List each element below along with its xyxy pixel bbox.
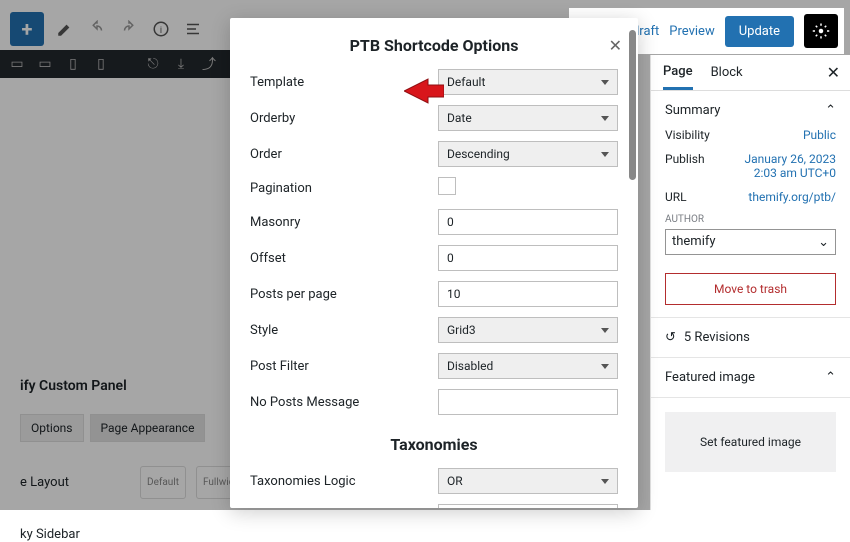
mobile-view-icon[interactable]: ▯ [92,55,110,73]
modal-scrollbar[interactable] [629,30,636,180]
tab-page-appearance[interactable]: Page Appearance [90,414,206,442]
author-select[interactable]: themify ⌄ [665,229,836,255]
author-label: AUTHOR [665,214,836,225]
url-label: URL [665,190,687,204]
taxonomies-heading: Taxonomies [250,435,618,454]
update-button[interactable]: Update [725,16,794,47]
redo-icon[interactable] [118,18,140,40]
layout-default-button[interactable]: Default [140,466,186,499]
add-block-button[interactable]: + [10,12,44,46]
preview-link[interactable]: Preview [669,24,714,39]
no-posts-message-label: No Posts Message [250,395,438,410]
publish-label: Publish [665,152,705,180]
author-value: themify [672,234,716,249]
pagination-checkbox[interactable] [438,177,456,195]
history-icon: ↺ [665,330,676,345]
offset-label: Offset [250,251,438,266]
callout-arrow-icon [404,76,444,110]
pagination-label: Pagination [250,181,438,196]
tab-block[interactable]: Block [711,57,743,88]
property-types-label: Property Types [250,504,438,508]
post-filter-value: Disabled [447,359,493,373]
info-icon[interactable]: i [150,18,172,40]
property-types-multiselect[interactable]: --- Condo ( 5 ) Detached ( 4 ) [438,504,618,508]
page-layout-label: e Layout [20,475,130,490]
posts-per-page-label: Posts per page [250,287,438,302]
featured-image-label: Featured image [665,370,755,385]
visibility-value[interactable]: Public [803,128,836,142]
export-icon[interactable]: ⤴ [200,55,218,73]
style-label: Style [250,323,438,338]
no-posts-message-input[interactable] [438,389,618,415]
publish-value[interactable]: January 26, 2023 2:03 am UTC+0 [726,152,836,180]
revisions-row[interactable]: ↺ 5 Revisions [651,318,850,358]
revisions-text: 5 Revisions [684,330,750,345]
style-value: Grid3 [447,323,476,337]
undo-icon[interactable] [86,18,108,40]
orderby-select[interactable]: Date [438,105,618,131]
post-filter-select[interactable]: Disabled [438,353,618,379]
masonry-label: Masonry [250,215,438,230]
orderby-label: Orderby [250,111,438,126]
posts-per-page-input[interactable]: 10 [438,281,618,307]
offset-input[interactable]: 0 [438,245,618,271]
move-to-trash-button[interactable]: Move to trash [665,273,836,305]
outline-icon[interactable] [182,18,204,40]
chevron-up-icon: ⌃ [825,103,836,118]
taxonomies-logic-value: OR [447,474,463,488]
order-select[interactable]: Descending [438,141,618,167]
svg-text:i: i [160,26,162,36]
tab-options[interactable]: Options [20,414,84,442]
template-value: Default [447,75,485,89]
taxonomies-logic-select[interactable]: OR [438,468,618,494]
order-label: Order [250,147,438,162]
chevron-up-icon: ⌃ [825,370,836,385]
taxonomies-logic-label: Taxonomies Logic [250,474,438,489]
tablet-portrait-icon[interactable]: ▯ [64,55,82,73]
inspector-sidebar: Page Block ✕ Summary ⌃ Visibility Public… [650,55,850,510]
close-sidebar-icon[interactable]: ✕ [827,63,840,82]
order-value: Descending [447,147,510,161]
summary-section-header[interactable]: Summary ⌃ [665,103,836,118]
url-value[interactable]: themify.org/ptb/ [748,190,836,204]
sticky-sidebar-label: ky Sidebar [20,527,620,542]
style-select[interactable]: Grid3 [438,317,618,343]
template-select[interactable]: Default [438,69,618,95]
modal-title: PTB Shortcode Options [230,18,638,69]
featured-image-section-header[interactable]: Featured image ⌃ [665,370,836,385]
chevron-down-icon: ⌄ [818,235,829,250]
visibility-label: Visibility [665,128,710,142]
preview-link-icon[interactable]: ⎋ [144,55,162,73]
tablet-landscape-icon[interactable]: ▭ [36,55,54,73]
set-featured-image-label: Set featured image [700,435,801,449]
posts-per-page-value: 10 [447,287,461,301]
post-filter-label: Post Filter [250,359,438,374]
masonry-value: 0 [447,215,454,229]
set-featured-image-button[interactable]: Set featured image [665,412,836,472]
masonry-input[interactable]: 0 [438,209,618,235]
import-icon[interactable]: ⤓ [172,55,190,73]
orderby-value: Date [447,111,472,125]
close-modal-icon[interactable]: ✕ [609,36,622,55]
summary-label: Summary [665,103,720,118]
edit-icon[interactable] [54,18,76,40]
settings-button[interactable] [804,14,838,48]
offset-value: 0 [447,251,454,265]
tab-page[interactable]: Page [663,56,693,90]
desktop-view-icon[interactable]: ▭ [8,55,26,73]
